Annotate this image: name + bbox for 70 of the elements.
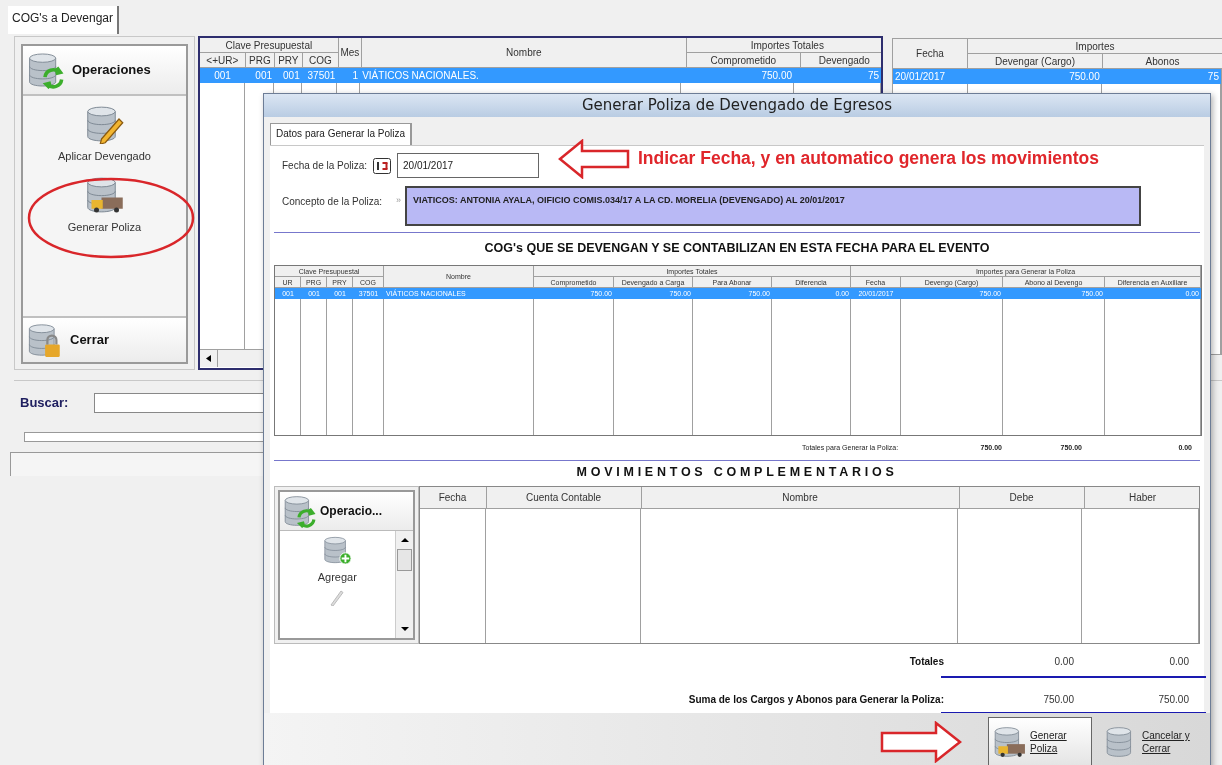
column-header[interactable]: Haber — [1084, 487, 1199, 509]
table-cell-text: 750.00 — [1068, 70, 1101, 84]
database-truck-icon — [992, 725, 1026, 759]
column-header[interactable]: Devengado — [800, 53, 881, 68]
debe-sum: 750.00 — [1042, 692, 1074, 707]
column-header[interactable]: PRG — [245, 53, 275, 68]
table-cell-text: 37501 — [306, 69, 337, 83]
table-cell-text: 001 — [282, 69, 301, 83]
database-truck-icon — [84, 174, 125, 215]
field-marker: » — [396, 193, 401, 207]
table-cell-text: 75 — [1206, 70, 1220, 84]
table-cell-text: VIÁTICOS NACIONALES. — [361, 68, 480, 83]
panel-footer[interactable]: Cerrar — [23, 316, 186, 362]
dialog-title: Generar Poliza de Devengado de Egresos — [581, 95, 893, 116]
tab[interactable]: COG's a Devengar — [8, 6, 119, 34]
side-panel-item[interactable]: Generar Poliza — [63, 172, 146, 237]
column-header[interactable]: Abonos — [1103, 54, 1222, 69]
panel-footer-label: Cerrar — [70, 331, 110, 350]
column-header[interactable]: Fecha — [419, 487, 487, 509]
section-heading: MOVIMIENTOS COMPLEMENTARIOS — [575, 464, 899, 482]
column-group-header: Importes — [968, 39, 1222, 54]
scroll-thumb[interactable] — [396, 549, 412, 571]
field-label: Fecha de la Poliza: — [282, 159, 368, 173]
operation-item[interactable]: Agregar — [317, 535, 357, 586]
section-heading: COG's QUE SE DEVENGAN Y SE CONTABILIZAN EN ESTA FECHA PARA EL EVENTO — [483, 239, 991, 257]
table-cell-text: 1 — [351, 69, 360, 83]
column-header[interactable]: Nombre — [361, 38, 687, 68]
panel-title: Operaciones — [72, 61, 151, 80]
column-header[interactable]: Mes — [338, 38, 362, 68]
number-picker-icon — [373, 157, 392, 174]
date-field[interactable]: 20/01/2017 — [397, 153, 540, 178]
generate-button[interactable]: Generar Poliza — [988, 717, 1092, 765]
table-cell-text: 20/01/2017 — [894, 70, 947, 84]
side-panel-item[interactable]: Aplicar Devengado — [53, 102, 155, 167]
scrollbar[interactable] — [394, 531, 413, 638]
tab[interactable]: Datos para Generar la Poliza — [270, 122, 412, 145]
cancel-button[interactable]: Cancelar y Cerrar — [1100, 717, 1204, 765]
database-add-icon — [322, 535, 353, 565]
left-arrow-icon — [205, 355, 211, 362]
panel-title: Operacio... — [320, 503, 383, 520]
haber-total: 0.00 — [1168, 654, 1189, 669]
column-header[interactable]: Comprometido — [686, 53, 801, 68]
column-group-header: Clave Presupuestal — [199, 38, 339, 53]
column-header[interactable]: Cuenta Contable — [486, 487, 642, 509]
column-header[interactable]: Fecha — [893, 39, 968, 69]
sum-label: Suma de los Cargos y Abonos para Generar la Poliza: — [687, 692, 944, 707]
search-label: Buscar: — [20, 393, 69, 412]
column-header[interactable]: <+UR> — [199, 53, 246, 68]
database-sync-icon — [26, 51, 64, 89]
column-header[interactable]: Devengar (Cargo) — [968, 54, 1103, 69]
debe-total: 0.00 — [1053, 654, 1074, 669]
panel-header[interactable]: Operaciones — [23, 46, 186, 96]
concept-field[interactable]: VIATICOS: ANTONIA AYALA, OIFICIO COMIS.034/17 A LA CD. MORELIA (DEVENGADO) AL 20/01/2017 — [405, 185, 1141, 226]
annotation-note: Indicar Fecha, y en automatico genera los movimientos — [638, 147, 1099, 170]
table-cell-text: 75 — [866, 69, 880, 83]
totals-label: Totales — [908, 654, 944, 669]
database-lock-icon — [26, 322, 62, 358]
table-cell-text: 001 — [254, 69, 274, 83]
field-label: Concepto de la Poliza: — [282, 194, 384, 209]
column-header[interactable]: COG — [302, 53, 339, 68]
table-cell-text: 001 — [213, 69, 232, 83]
column-group-header: Importes Totales — [686, 38, 881, 53]
pencil-icon — [330, 589, 345, 606]
column-header[interactable]: Debe — [959, 487, 1085, 509]
haber-sum: 750.00 — [1157, 692, 1189, 707]
database-pencil-icon — [84, 104, 125, 144]
column-header[interactable]: Nombre — [641, 487, 960, 509]
database-sync-icon — [282, 494, 316, 528]
table-cell-text: 750.00 — [760, 69, 793, 83]
column-header[interactable]: PRY — [274, 53, 303, 68]
